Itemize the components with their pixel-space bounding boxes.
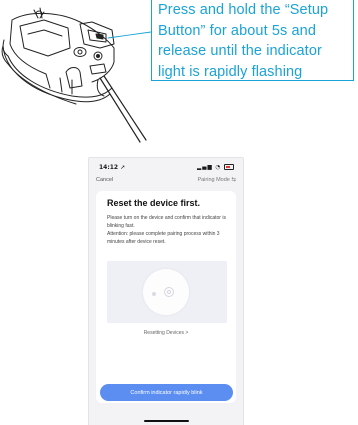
page-title: Reset the device first. (107, 198, 201, 208)
device-face-icon (143, 269, 189, 315)
attention-text: Attention: please complete pairing proce… (107, 231, 220, 245)
card-description: Please turn on the device and confirm th… (107, 214, 229, 246)
status-icons: ▂▄▆ ◔ (197, 164, 234, 171)
callout-line: light is rapidly flashing (158, 63, 303, 80)
description-text: Please turn on the device and confirm th… (107, 215, 226, 229)
signal-icon: ▂▄▆ (196, 164, 213, 171)
battery-icon (224, 164, 234, 170)
resetting-devices-link[interactable]: Resetting Devices > (96, 330, 236, 336)
wifi-icon: ◔ (215, 164, 222, 171)
cancel-button[interactable]: Cancel (96, 177, 113, 183)
status-bar: 14:12 ➚ ▂▄▆ ◔ (89, 158, 243, 174)
reset-card: Reset the device first. Please turn on t… (96, 191, 236, 403)
callout-line: Press and hold the “Setup (158, 2, 329, 18)
instruction-callout: Press and hold the “Setup Button” for ab… (151, 0, 354, 81)
indicator-light-icon (152, 292, 156, 296)
status-time: 14:12 ➚ (99, 164, 126, 171)
device-reset-illustration (107, 261, 227, 323)
confirm-blink-button[interactable]: Confirm indicator rapidly blink (100, 384, 233, 401)
callout-line: release until the indicator (158, 43, 322, 59)
pairing-mode-button[interactable]: Pairing Mode ⇆ (197, 177, 236, 183)
button-ring-icon (164, 287, 174, 297)
phone-screen: 14:12 ➚ ▂▄▆ ◔ Cancel Pairing Mode ⇆ Rese… (88, 157, 244, 425)
nav-bar: Cancel Pairing Mode ⇆ (89, 175, 243, 187)
home-indicator (144, 420, 189, 422)
callout-line: Button” for about 5s and (158, 22, 316, 39)
location-arrow-icon: ➚ (120, 164, 126, 171)
